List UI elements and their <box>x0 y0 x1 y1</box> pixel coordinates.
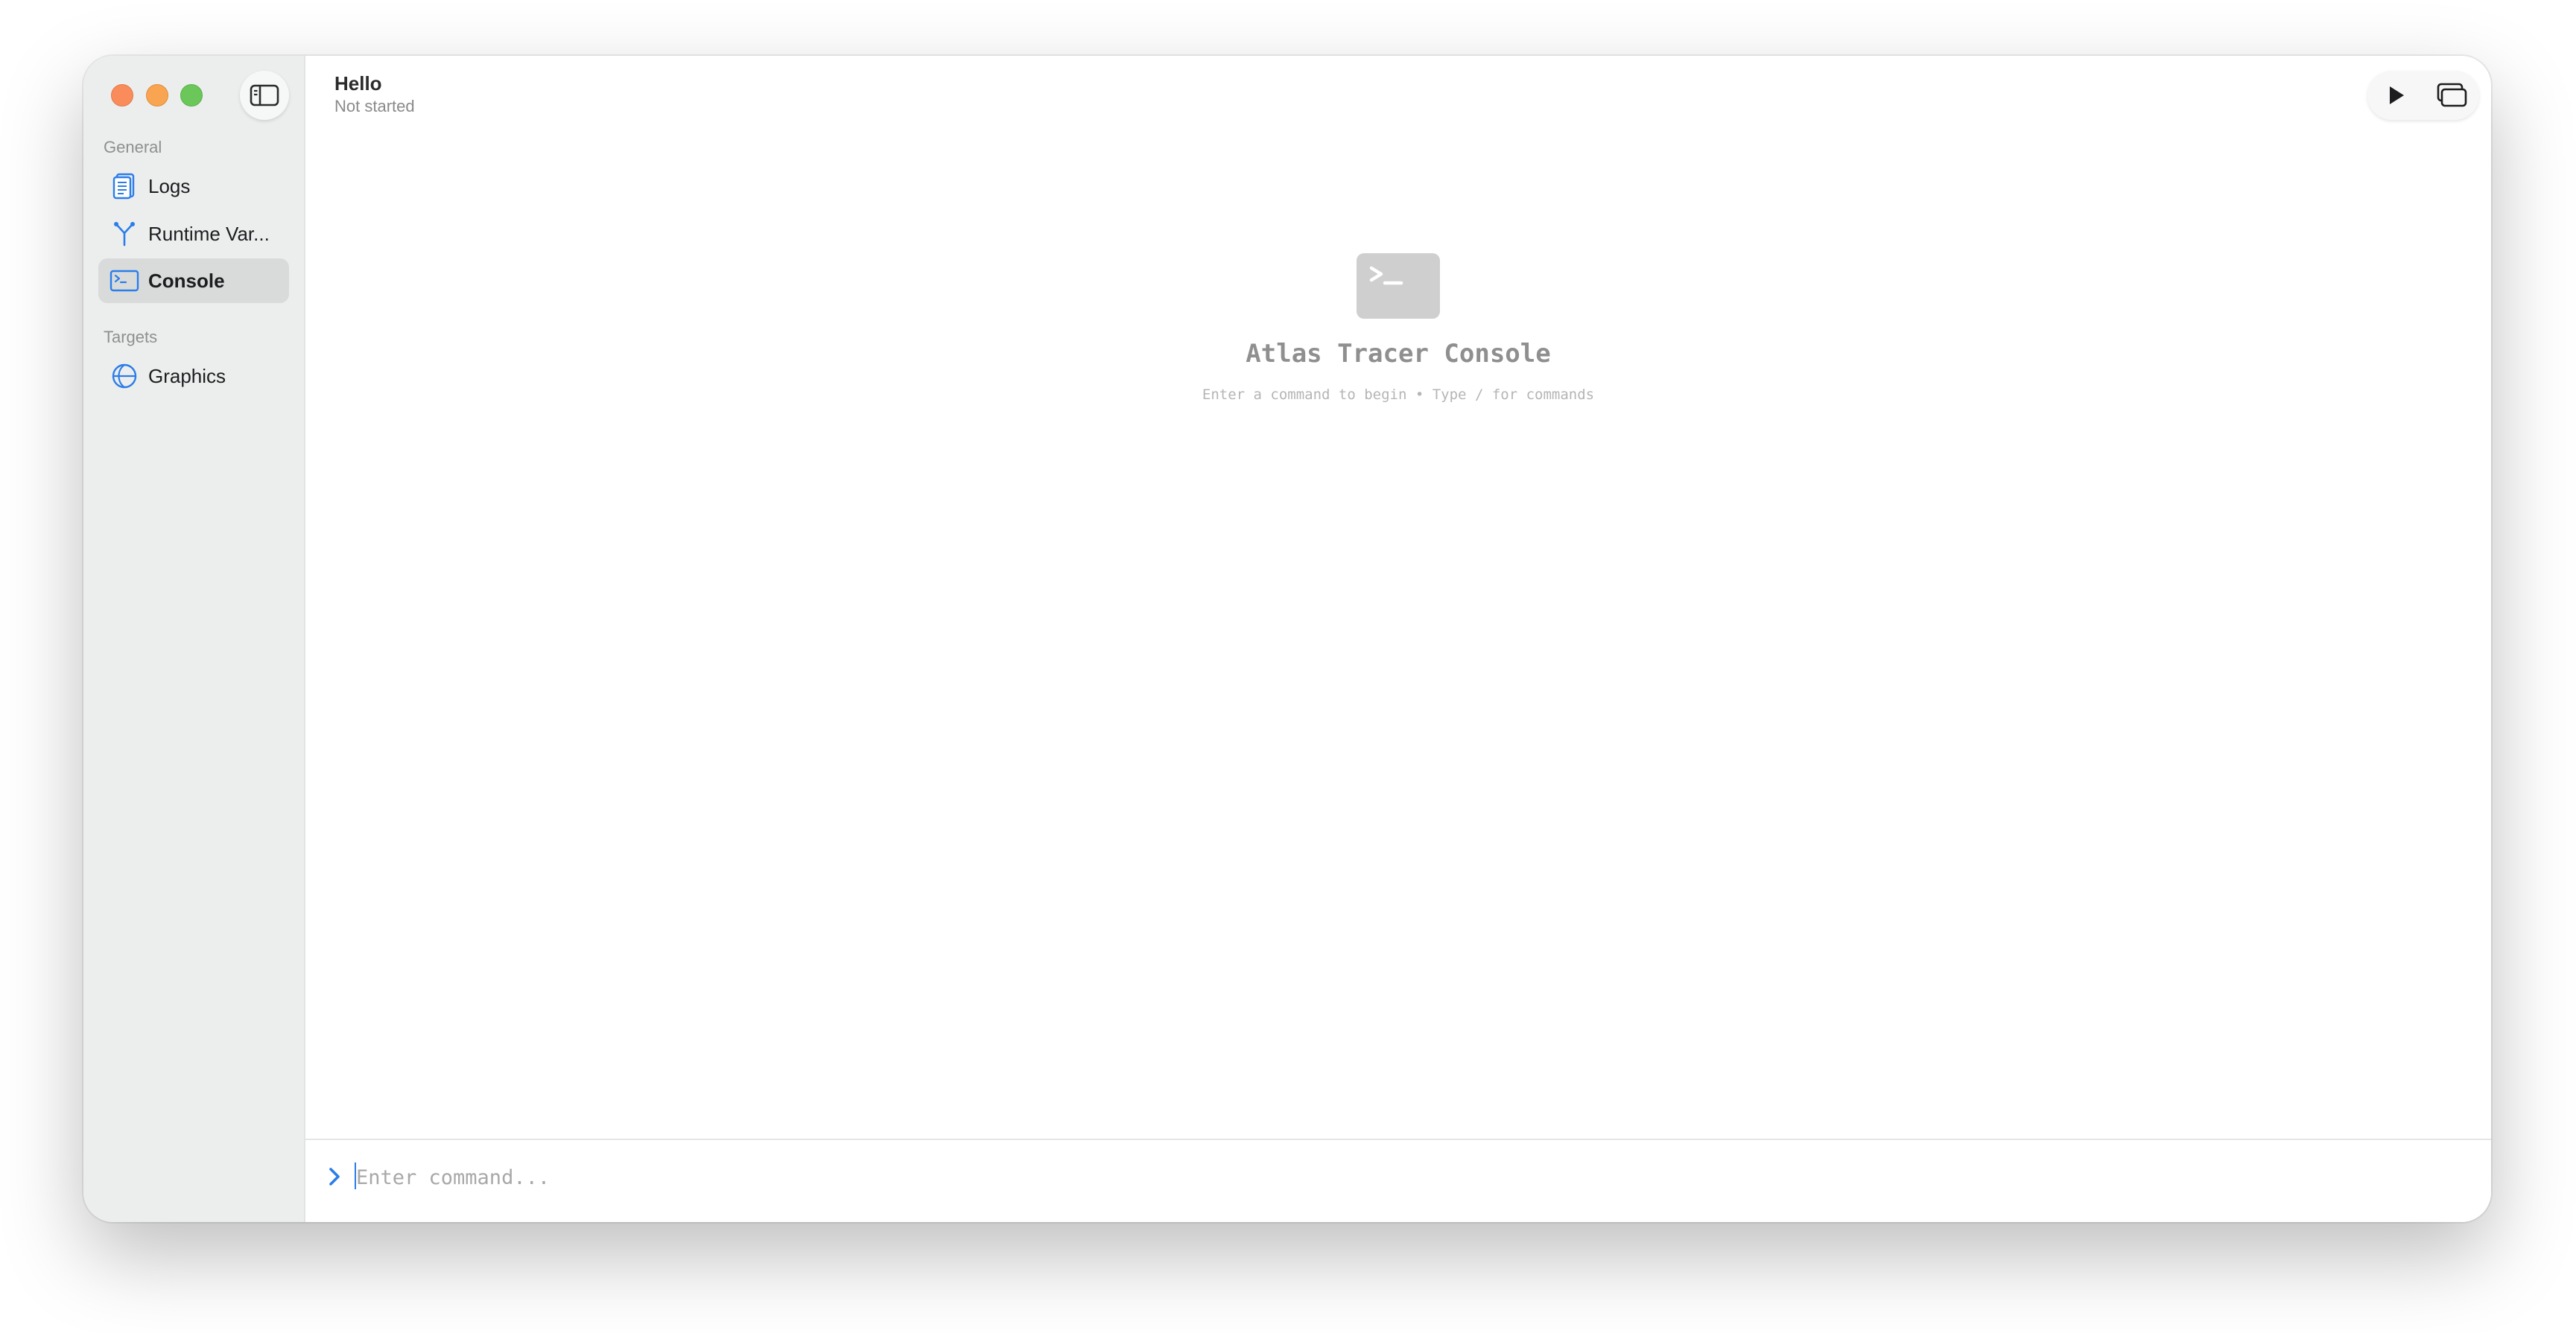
text-caret <box>355 1162 356 1189</box>
window-button[interactable] <box>2431 74 2472 116</box>
run-button[interactable] <box>2375 74 2417 116</box>
console-empty-state: Atlas Tracer Console Enter a command to … <box>305 253 2491 403</box>
sidebar-item-label: Logs <box>148 174 191 197</box>
console-hint: Enter a command to begin • Type / for co… <box>1202 386 1595 403</box>
page-title: Hello <box>334 72 382 95</box>
command-input[interactable] <box>356 1161 1250 1194</box>
main-content: Hello Not started Atlas Tracer Console E… <box>305 56 2491 1222</box>
chevron-right-icon <box>329 1168 340 1186</box>
branch-icon <box>110 219 139 249</box>
sidebar-item-label: Console <box>148 269 225 292</box>
sidebar-item-label: Graphics <box>148 364 226 387</box>
globe-icon <box>110 361 139 391</box>
sidebar-item-runtime-variables[interactable]: Runtime Var... <box>98 211 289 256</box>
play-icon <box>2389 86 2404 104</box>
windows-icon <box>2437 83 2466 107</box>
close-window-button[interactable] <box>111 84 133 106</box>
status-text: Not started <box>334 97 415 115</box>
minimize-window-button[interactable] <box>146 84 168 106</box>
sidebar-item-graphics[interactable]: Graphics <box>98 354 289 398</box>
terminal-icon <box>1357 253 1440 319</box>
zoom-window-button[interactable] <box>180 84 203 106</box>
console-title: Atlas Tracer Console <box>1246 339 1551 369</box>
app-window: General Logs Runtime Var... Console Targ… <box>83 56 2491 1222</box>
sidebar-icon <box>250 84 279 106</box>
command-bar <box>305 1139 2491 1222</box>
sidebar-item-logs[interactable]: Logs <box>98 164 289 209</box>
section-label-targets: Targets <box>104 328 158 346</box>
section-label-general: General <box>104 138 162 156</box>
toolbar <box>2367 71 2479 120</box>
sidebar-toggle-button[interactable] <box>240 71 289 120</box>
sidebar: General Logs Runtime Var... Console Targ… <box>83 56 305 1222</box>
terminal-icon <box>110 266 139 296</box>
sidebar-item-label: Runtime Var... <box>148 222 270 245</box>
document-icon <box>110 171 139 201</box>
sidebar-item-console[interactable]: Console <box>98 258 289 303</box>
